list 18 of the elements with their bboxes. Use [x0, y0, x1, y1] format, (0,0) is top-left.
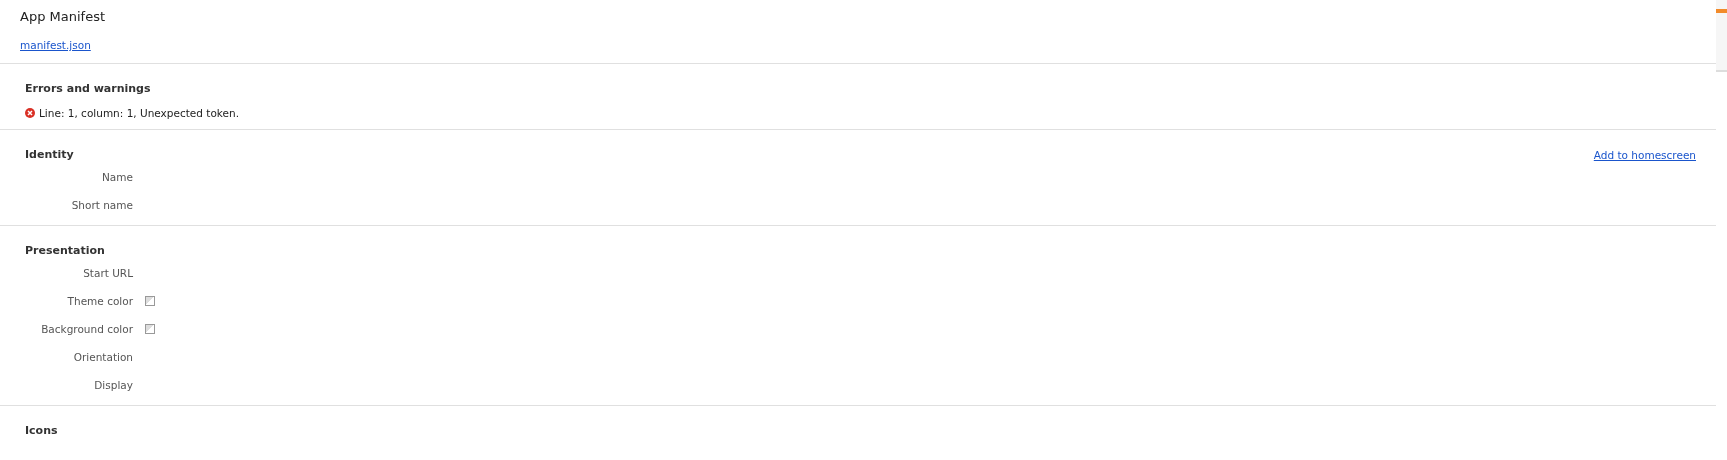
error-message: Line: 1, column: 1, Unexpected token.	[39, 107, 239, 119]
field-label: Short name	[70, 199, 133, 211]
page-title: App Manifest	[20, 8, 106, 26]
color-swatch-icon[interactable]	[145, 324, 155, 334]
manifest-link[interactable]: manifest.json	[20, 39, 91, 51]
field-label: Display	[93, 379, 133, 391]
field-label: Theme color	[66, 295, 133, 307]
section-title: Icons	[25, 423, 58, 439]
field-label: Start URL	[82, 267, 133, 279]
field-label: Name	[101, 171, 133, 183]
section-title: Errors and warnings	[25, 81, 151, 97]
add-to-homescreen-link[interactable]: Add to homescreen	[1593, 149, 1696, 161]
field-label: Background color	[40, 323, 133, 335]
color-swatch-icon[interactable]	[145, 296, 155, 306]
section-title: Presentation	[25, 243, 105, 259]
section-title: Identity	[25, 147, 74, 163]
field-label: Orientation	[72, 351, 133, 363]
error-icon	[25, 108, 35, 118]
